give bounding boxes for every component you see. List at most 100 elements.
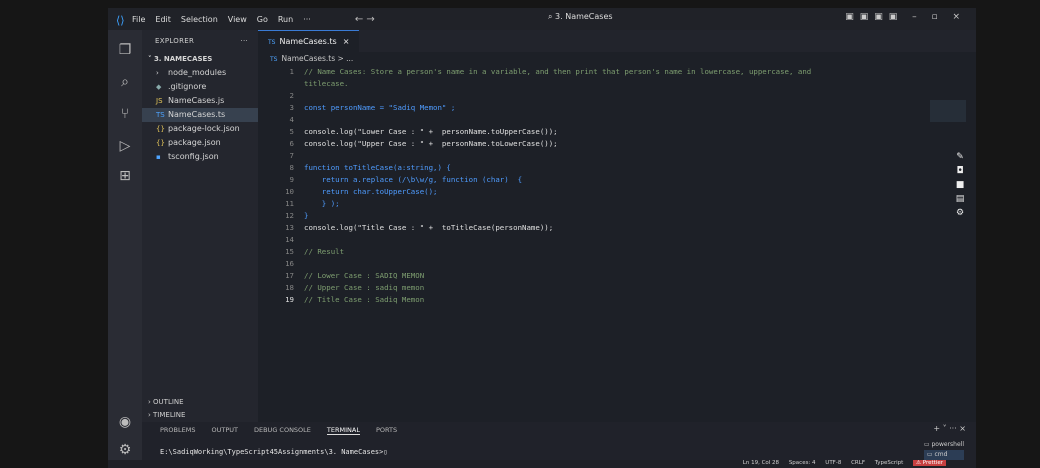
settings-gear-icon[interactable]: ⚙	[116, 442, 134, 460]
menu-view[interactable]: View	[228, 15, 247, 24]
line-number: 15	[285, 247, 294, 256]
code-text: console.log("Lower Case : " + personName…	[304, 127, 558, 136]
terminal-item-label: cmd	[934, 451, 948, 458]
activity-bar: ❐ ⌕ ⑂ ▷ ⊞ ◉ ⚙	[108, 30, 142, 468]
tree-item-package-json[interactable]: {} package.json	[142, 136, 258, 150]
tab-output[interactable]: OUTPUT	[211, 426, 238, 434]
outline-section[interactable]: › OUTLINE	[142, 396, 264, 408]
code-line[interactable]: 9 return a.replace (/\b\w/g, function (c…	[258, 174, 976, 186]
code-text: // Result	[304, 247, 345, 256]
panel-controls[interactable]: + ˅ ··· ×	[933, 424, 966, 433]
search-icon[interactable]: ⌕	[116, 74, 134, 92]
terminal-item-powershell[interactable]: ▭ powershell	[924, 440, 964, 450]
explorer-more-button[interactable]: ···	[240, 30, 248, 52]
prettier-status[interactable]: ⚠ Prettier	[913, 460, 946, 466]
code-text: // Upper Case : sadiq memon	[304, 283, 425, 292]
breadcrumb-label: NameCases.ts > ...	[281, 54, 354, 63]
menu-more[interactable]: ···	[303, 15, 311, 24]
code-line[interactable]: 1 // Name Cases: Store a person's name in…	[258, 66, 976, 78]
ts-file-icon: TS	[268, 39, 276, 46]
code-text: console.log("Title Case : " + toTitleCas…	[304, 223, 554, 232]
menu-file[interactable]: File	[132, 15, 145, 24]
close-icon[interactable]: ×	[343, 37, 350, 46]
language-mode[interactable]: TypeScript	[875, 460, 904, 466]
tree-item-package-lock[interactable]: {} package-lock.json	[142, 122, 258, 136]
tree-item-node-modules[interactable]: › node_modules	[142, 66, 258, 80]
menu-go[interactable]: Go	[257, 15, 268, 24]
line-number: 19	[285, 295, 294, 304]
menu-selection[interactable]: Selection	[181, 15, 218, 24]
tab-problems[interactable]: PROBLEMS	[160, 426, 195, 434]
timeline-label: TIMELINE	[153, 411, 186, 419]
panel-tabs: PROBLEMS OUTPUT DEBUG CONSOLE TERMINAL P…	[142, 422, 976, 438]
tab-ports[interactable]: PORTS	[376, 426, 397, 434]
tab-namecases-ts[interactable]: TS NameCases.ts ×	[258, 30, 360, 53]
line-ending[interactable]: CRLF	[851, 460, 865, 466]
code-text: // Name Cases: Store a person's name in …	[304, 67, 812, 76]
code-line[interactable]: 3 const personName = "Sadiq Memon" ;	[258, 102, 976, 114]
timeline-section[interactable]: › TIMELINE	[142, 409, 264, 421]
extensions-icon[interactable]: ⊞	[116, 168, 134, 186]
code-line[interactable]: 19 // Title Case : Sadiq Memon	[258, 294, 976, 306]
code-line[interactable]: 6 console.log("Upper Case : " + personNam…	[258, 138, 976, 150]
tree-item-gitignore[interactable]: ◆ .gitignore	[142, 80, 258, 94]
code-line[interactable]: 7	[258, 150, 976, 162]
code-line[interactable]: 11 } );	[258, 198, 976, 210]
tree-item-tsconfig[interactable]: ▪ tsconfig.json	[142, 150, 258, 164]
tab-debug-console[interactable]: DEBUG CONSOLE	[254, 426, 311, 434]
line-number: 16	[285, 259, 294, 268]
code-line[interactable]: 17 // Lower Case : SADIQ MEMON	[258, 270, 976, 282]
code-line[interactable]: 2	[258, 90, 976, 102]
source-control-icon[interactable]: ⑂	[116, 106, 134, 124]
folder-root[interactable]: ˅ 3. NAMECASES	[142, 52, 258, 66]
line-number: 12	[285, 211, 294, 220]
breadcrumb[interactable]: TS NameCases.ts > ...	[258, 52, 976, 66]
code-text: } );	[304, 199, 340, 208]
code-line[interactable]: 14	[258, 234, 976, 246]
line-number: 4	[289, 115, 294, 124]
indentation[interactable]: Spaces: 4	[789, 460, 816, 466]
code-line[interactable]: 8 function toTitleCase(a:string,) {	[258, 162, 976, 174]
explorer-icon[interactable]: ❐	[116, 42, 134, 60]
code-line[interactable]: 4	[258, 114, 976, 126]
menu-run[interactable]: Run	[278, 15, 293, 24]
code-line[interactable]: 12}	[258, 210, 976, 222]
terminal-prompt[interactable]: E:\SadiqWorking\TypeScript45Assignments\…	[160, 448, 388, 456]
line-number: 6	[289, 139, 294, 148]
tree-item-label: package.json	[168, 138, 221, 147]
tree-item-namecases-ts[interactable]: TS NameCases.ts	[142, 108, 258, 122]
cursor-position[interactable]: Ln 19, Col 28	[743, 460, 779, 466]
line-number: 10	[285, 187, 294, 196]
terminal-item-label: powershell	[931, 441, 965, 448]
explorer-sidebar: EXPLORER ··· ˅ 3. NAMECASES › node_module…	[142, 30, 258, 422]
terminal-list: ▭ powershell ▭ cmd	[923, 440, 964, 460]
code-line[interactable]: 13 console.log("Title Case : " + toTitleC…	[258, 222, 976, 234]
status-right: Ln 19, Col 28 Spaces: 4 UTF-8 CRLF TypeS…	[735, 460, 946, 466]
terminal-item-cmd[interactable]: ▭ cmd	[923, 450, 964, 460]
code-line[interactable]: 5 console.log("Lower Case : " + personNam…	[258, 126, 976, 138]
code-line[interactable]: 18 // Upper Case : sadiq memon	[258, 282, 976, 294]
code-text: titlecase.	[304, 79, 349, 88]
code-line[interactable]: 10 return char.toUpperCase();	[258, 186, 976, 198]
tree-item-label: node_modules	[168, 68, 227, 77]
title-bar: ⟨⟩ File Edit Selection View Go Run ··· ←…	[108, 8, 976, 30]
tree-item-namecases-js[interactable]: JS NameCases.js	[142, 94, 258, 108]
vscode-window: ⟨⟩ File Edit Selection View Go Run ··· ←…	[108, 8, 976, 468]
command-center-search[interactable]: ⌕ 3. NameCases	[548, 12, 613, 22]
account-icon[interactable]: ◉	[116, 414, 134, 432]
search-icon: ⌕	[548, 12, 556, 21]
run-debug-icon[interactable]: ▷	[116, 138, 134, 156]
code-line[interactable]: 15 // Result	[258, 246, 976, 258]
window-controls[interactable]: ▣▣▣▣ – ▫ ×	[845, 12, 966, 22]
nav-back-forward[interactable]: ← →	[355, 14, 375, 25]
editor-area: TS NameCases.ts × TS NameCases.ts > ... ✎ ◘…	[258, 30, 976, 422]
code-line[interactable]: 16	[258, 258, 976, 270]
git-file-icon: ◆	[156, 83, 162, 91]
code-line[interactable]: titlecase.	[258, 78, 976, 90]
tab-terminal[interactable]: TERMINAL	[326, 426, 360, 435]
code-editor[interactable]: 1 // Name Cases: Store a person's name in…	[258, 66, 976, 306]
menu-edit[interactable]: Edit	[155, 15, 171, 24]
code-text: // Lower Case : SADIQ MEMON	[304, 271, 425, 280]
encoding[interactable]: UTF-8	[825, 460, 841, 466]
line-number: 2	[289, 91, 294, 100]
